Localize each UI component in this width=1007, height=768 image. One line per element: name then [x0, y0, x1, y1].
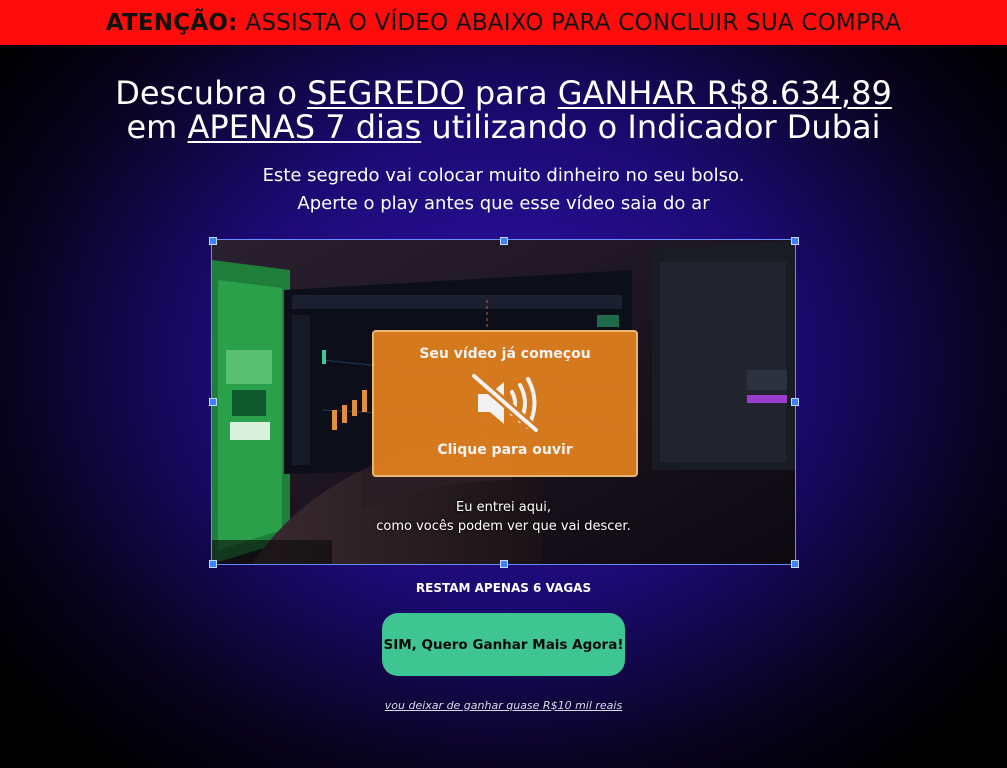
subtitle-line-2: como vocês podem ver que vai descer. [376, 519, 631, 534]
overlay-title: Seu vídeo já começou [419, 346, 591, 362]
headline-text: em [126, 108, 178, 146]
alert-message: ASSISTA O VÍDEO ABAIXO PARA CONCLUIR SUA… [245, 9, 902, 36]
resize-handle-bottom-left[interactable] [209, 560, 217, 568]
resize-handle-left[interactable] [209, 398, 217, 406]
headline-text: Descubra o [115, 74, 297, 112]
headline-line-2: em APENAS 7 dias utilizando o Indicador … [0, 110, 1007, 144]
subheadline-line-2: Aperte o play antes que esse vídeo saia … [297, 193, 710, 214]
headline-text: para [474, 74, 548, 112]
muted-speaker-icon [469, 372, 541, 434]
resize-handle-right[interactable] [791, 398, 799, 406]
resize-handle-bottom[interactable] [500, 560, 508, 568]
decline-link[interactable]: vou deixar de ganhar quase R$10 mil reai… [0, 699, 1007, 712]
resize-handle-top-left[interactable] [209, 237, 217, 245]
subheadline: Este segredo vai colocar muito dinheiro … [0, 162, 1007, 218]
overlay-action: Clique para ouvir [437, 442, 573, 458]
unmute-overlay[interactable]: Seu vídeo já começou Clique para ouvir [372, 330, 638, 477]
video-player[interactable]: Seu vídeo já começou Clique para ouvir E… [211, 239, 796, 565]
resize-handle-top-right[interactable] [791, 237, 799, 245]
subheadline-line-1: Este segredo vai colocar muito dinheiro … [262, 165, 745, 186]
top-alert-banner: ATENÇÃO: ASSISTA O VÍDEO ABAIXO PARA CON… [0, 0, 1007, 45]
resize-handle-top[interactable] [500, 237, 508, 245]
resize-handle-bottom-right[interactable] [791, 560, 799, 568]
alert-label: ATENÇÃO: [105, 9, 238, 36]
headline-text: utilizando o Indicador Dubai [431, 108, 881, 146]
headline-line-1: Descubra o SEGREDO para GANHAR R$8.634,8… [0, 76, 1007, 110]
subtitle-line-1: Eu entrei aqui, [456, 500, 551, 515]
headline-emphasis-days: APENAS 7 dias [187, 108, 422, 146]
headline-emphasis-secret: SEGREDO [307, 74, 465, 112]
spots-remaining: RESTAM APENAS 6 VAGAS [415, 581, 592, 595]
video-subtitle: Eu entrei aqui, como vocês podem ver que… [212, 498, 795, 536]
cta-buy-button[interactable]: SIM, Quero Ganhar Mais Agora! [382, 613, 625, 676]
page-headline: Descubra o SEGREDO para GANHAR R$8.634,8… [0, 76, 1007, 144]
headline-emphasis-amount: GANHAR R$8.634,89 [557, 74, 892, 112]
